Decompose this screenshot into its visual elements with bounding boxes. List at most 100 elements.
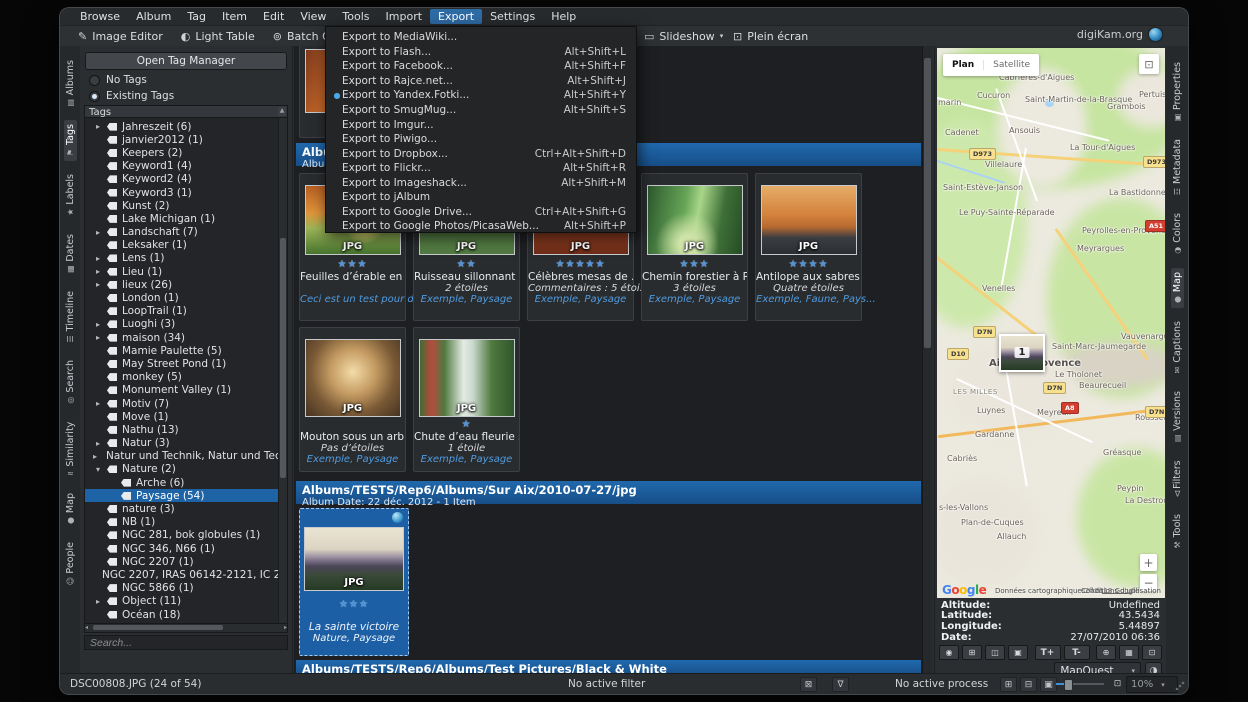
export-menu-item[interactable]: Export to SmugMug... Alt+Shift+S (326, 103, 636, 118)
tag-tree-item[interactable]: janvier2012 (1) (85, 133, 279, 146)
map-tool-button[interactable]: ▦ (1119, 645, 1139, 660)
left-tab[interactable]: ★ Labels (64, 170, 77, 221)
fit-to-window-icon[interactable]: ⊡ (1110, 677, 1125, 690)
export-menu-item[interactable]: Export to jAlbum (326, 190, 636, 205)
tag-tree-item[interactable]: Lake Michigan (1) (85, 212, 279, 225)
tag-tree-item[interactable]: Keyword2 (4) (85, 173, 279, 186)
tag-tree-item[interactable]: Keyword3 (1) (85, 186, 279, 199)
thumbnail-tile[interactable]: JPG ★★★ Chemin forestier à R... 3 étoile… (641, 173, 748, 321)
zoom-mode-button[interactable]: ▣ (1040, 677, 1057, 692)
right-tab[interactable]: ∇ Filters (1171, 456, 1184, 501)
twisty-icon[interactable]: ▸ (93, 452, 97, 461)
thumbnail-tile-selected[interactable]: JPG ★★★ La sainte victoire Nature, Paysa… (299, 508, 409, 656)
tag-tree-item[interactable]: Mamie Paulette (5) (85, 344, 279, 357)
light-table-button[interactable]: ◐ Light Table (181, 30, 255, 43)
tag-tree-item[interactable]: ▸ Jahreszeit (6) (85, 120, 279, 133)
export-menu-item[interactable]: Export to Piwigo... (326, 132, 636, 147)
thumb-size-increase-button[interactable]: T+ (1034, 645, 1061, 660)
right-tab[interactable]: ✉ Captions (1171, 317, 1184, 379)
open-tag-manager-button[interactable]: Open Tag Manager (85, 52, 287, 70)
map-zoom-in-button[interactable]: + (1140, 554, 1157, 571)
menubar-item[interactable]: Tools (334, 9, 377, 24)
main-vscrollbar[interactable] (922, 46, 932, 674)
slideshow-button[interactable]: ▭ Slideshow ▾ (644, 30, 723, 43)
menubar-item[interactable]: Import (378, 9, 431, 24)
map-satellite-button[interactable]: Satellite (984, 60, 1039, 70)
menubar-item[interactable]: Browse (72, 9, 128, 24)
twisty-icon[interactable]: ▸ (93, 399, 103, 408)
menubar-item[interactable]: Settings (482, 9, 543, 24)
menubar-item[interactable]: Item (214, 9, 255, 24)
tag-tree-item[interactable]: ▸ Natur (3) (85, 437, 279, 450)
tag-tree-item[interactable]: ▸ Motiv (7) (85, 397, 279, 410)
tree-vscrollbar[interactable] (278, 118, 287, 624)
export-menu-item[interactable]: ● Export to Yandex.Fotki... Alt+Shift+Y (326, 88, 636, 103)
map-tool-button[interactable]: ⊡ (1142, 645, 1162, 660)
tag-tree-item[interactable]: Leksaker (1) (85, 239, 279, 252)
twisty-icon[interactable]: ▸ (93, 228, 103, 237)
tag-tree-item[interactable]: Kunst (2) (85, 199, 279, 212)
tag-tree-item[interactable]: May Street Pond (1) (85, 357, 279, 370)
menubar-item[interactable]: View (292, 9, 334, 24)
rating-stars[interactable]: ★★★ (642, 259, 747, 271)
left-tab[interactable]: ▤ Albums (64, 56, 77, 111)
rating-stars[interactable]: ★★ (414, 259, 519, 271)
filter-funnel-icon[interactable]: ∇ (832, 677, 849, 692)
terms-link[interactable]: Conditions d'utilisation (1081, 587, 1161, 595)
rating-stars[interactable]: ★★★ (300, 259, 405, 271)
rating-stars[interactable] (300, 419, 405, 431)
export-menu-item[interactable]: Export to Flash... Alt+Shift+L (326, 45, 636, 60)
tag-tree-item[interactable]: ▸ lieux (26) (85, 278, 279, 291)
trash-icon[interactable]: ⊠ (800, 677, 817, 692)
tag-tree-item[interactable]: ▸ Lieu (1) (85, 265, 279, 278)
left-tab[interactable]: ☰ Timeline (64, 287, 77, 347)
zoom-level-select[interactable]: 10% ▾ (1126, 676, 1178, 693)
zoom-slider[interactable] (1056, 679, 1104, 691)
twisty-icon[interactable]: ▸ (93, 320, 103, 329)
rating-stars[interactable]: ★ (414, 419, 519, 431)
tag-tree-item[interactable]: Monument Valley (1) (85, 384, 279, 397)
album-banner[interactable]: Albums/TESTS/Rep6/Albums/Test Pictures/B… (296, 660, 921, 674)
right-tab[interactable]: ● Map (1170, 267, 1184, 308)
map-view[interactable]: Cabrières-d'Aigues Cucuron Saint-Martin-de… (937, 48, 1165, 598)
tag-tree-item[interactable]: Nathu (13) (85, 423, 279, 436)
tag-tree-item[interactable]: ▸ Luoghi (3) (85, 318, 279, 331)
menubar-item[interactable]: Tag (179, 9, 214, 24)
map-fullscreen-button[interactable]: ⊡ (1139, 54, 1159, 74)
left-tab[interactable]: ◎ Search (64, 356, 77, 409)
tag-tree-item[interactable]: NGC 2207, IRAS 06142-2121, IC 2163 (85, 568, 287, 581)
tag-tree-item[interactable]: monkey (5) (85, 371, 279, 384)
export-menu-item[interactable]: Export to Google Drive... Ctrl+Alt+Shift… (326, 205, 636, 220)
menubar-item[interactable]: Album (128, 9, 179, 24)
right-tab[interactable]: ▣ Properties (1171, 58, 1184, 126)
tag-tree-item[interactable]: Océan (18) (85, 608, 279, 621)
map-tool-button[interactable]: ⊕ (1096, 645, 1116, 660)
radio-existing-tags[interactable]: Existing Tags (89, 90, 174, 102)
map-photo-marker[interactable]: 1 (999, 334, 1045, 372)
left-tab[interactable]: ≈ Similarity (64, 418, 77, 481)
twisty-icon[interactable]: ▸ (93, 439, 103, 448)
rating-stars[interactable]: ★★★★★ (528, 259, 633, 271)
twisty-icon[interactable]: ▸ (93, 333, 103, 342)
menubar-item[interactable]: Export (430, 9, 483, 24)
resize-grip[interactable] (1175, 681, 1185, 691)
right-tab[interactable]: ⚒ Tools (1171, 510, 1184, 553)
map-plan-button[interactable]: Plan (943, 60, 985, 70)
twisty-icon[interactable]: ▸ (93, 254, 103, 263)
export-menu-item[interactable]: Export to Dropbox... Ctrl+Alt+Shift+D (326, 146, 636, 161)
export-menu-item[interactable]: Export to Google Photos/PicasaWeb... Alt… (326, 219, 636, 234)
zoom-mode-button[interactable]: ⊟ (1020, 677, 1037, 692)
thumb-size-decrease-button[interactable]: T- (1063, 645, 1090, 660)
map-tool-button[interactable]: ◉ (939, 645, 959, 660)
tree-hscrollbar[interactable]: ◂ ▸ (84, 623, 288, 633)
left-tab[interactable]: ● Map (64, 489, 77, 529)
left-tab[interactable]: ☺ People (64, 538, 77, 590)
tag-tree-item[interactable]: Keepers (2) (85, 146, 279, 159)
menubar-item[interactable]: Help (543, 9, 584, 24)
twisty-icon[interactable]: ▸ (93, 597, 103, 606)
zoom-mode-button[interactable]: ⊞ (1000, 677, 1017, 692)
export-menu-item[interactable]: Export to Flickr... Alt+Shift+R (326, 161, 636, 176)
export-menu-item[interactable]: Export to Rajce.net... Alt+Shift+J (326, 74, 636, 89)
tag-tree-item[interactable]: ▸ Object (11) (85, 595, 279, 608)
map-tool-button[interactable]: ⊞ (962, 645, 982, 660)
